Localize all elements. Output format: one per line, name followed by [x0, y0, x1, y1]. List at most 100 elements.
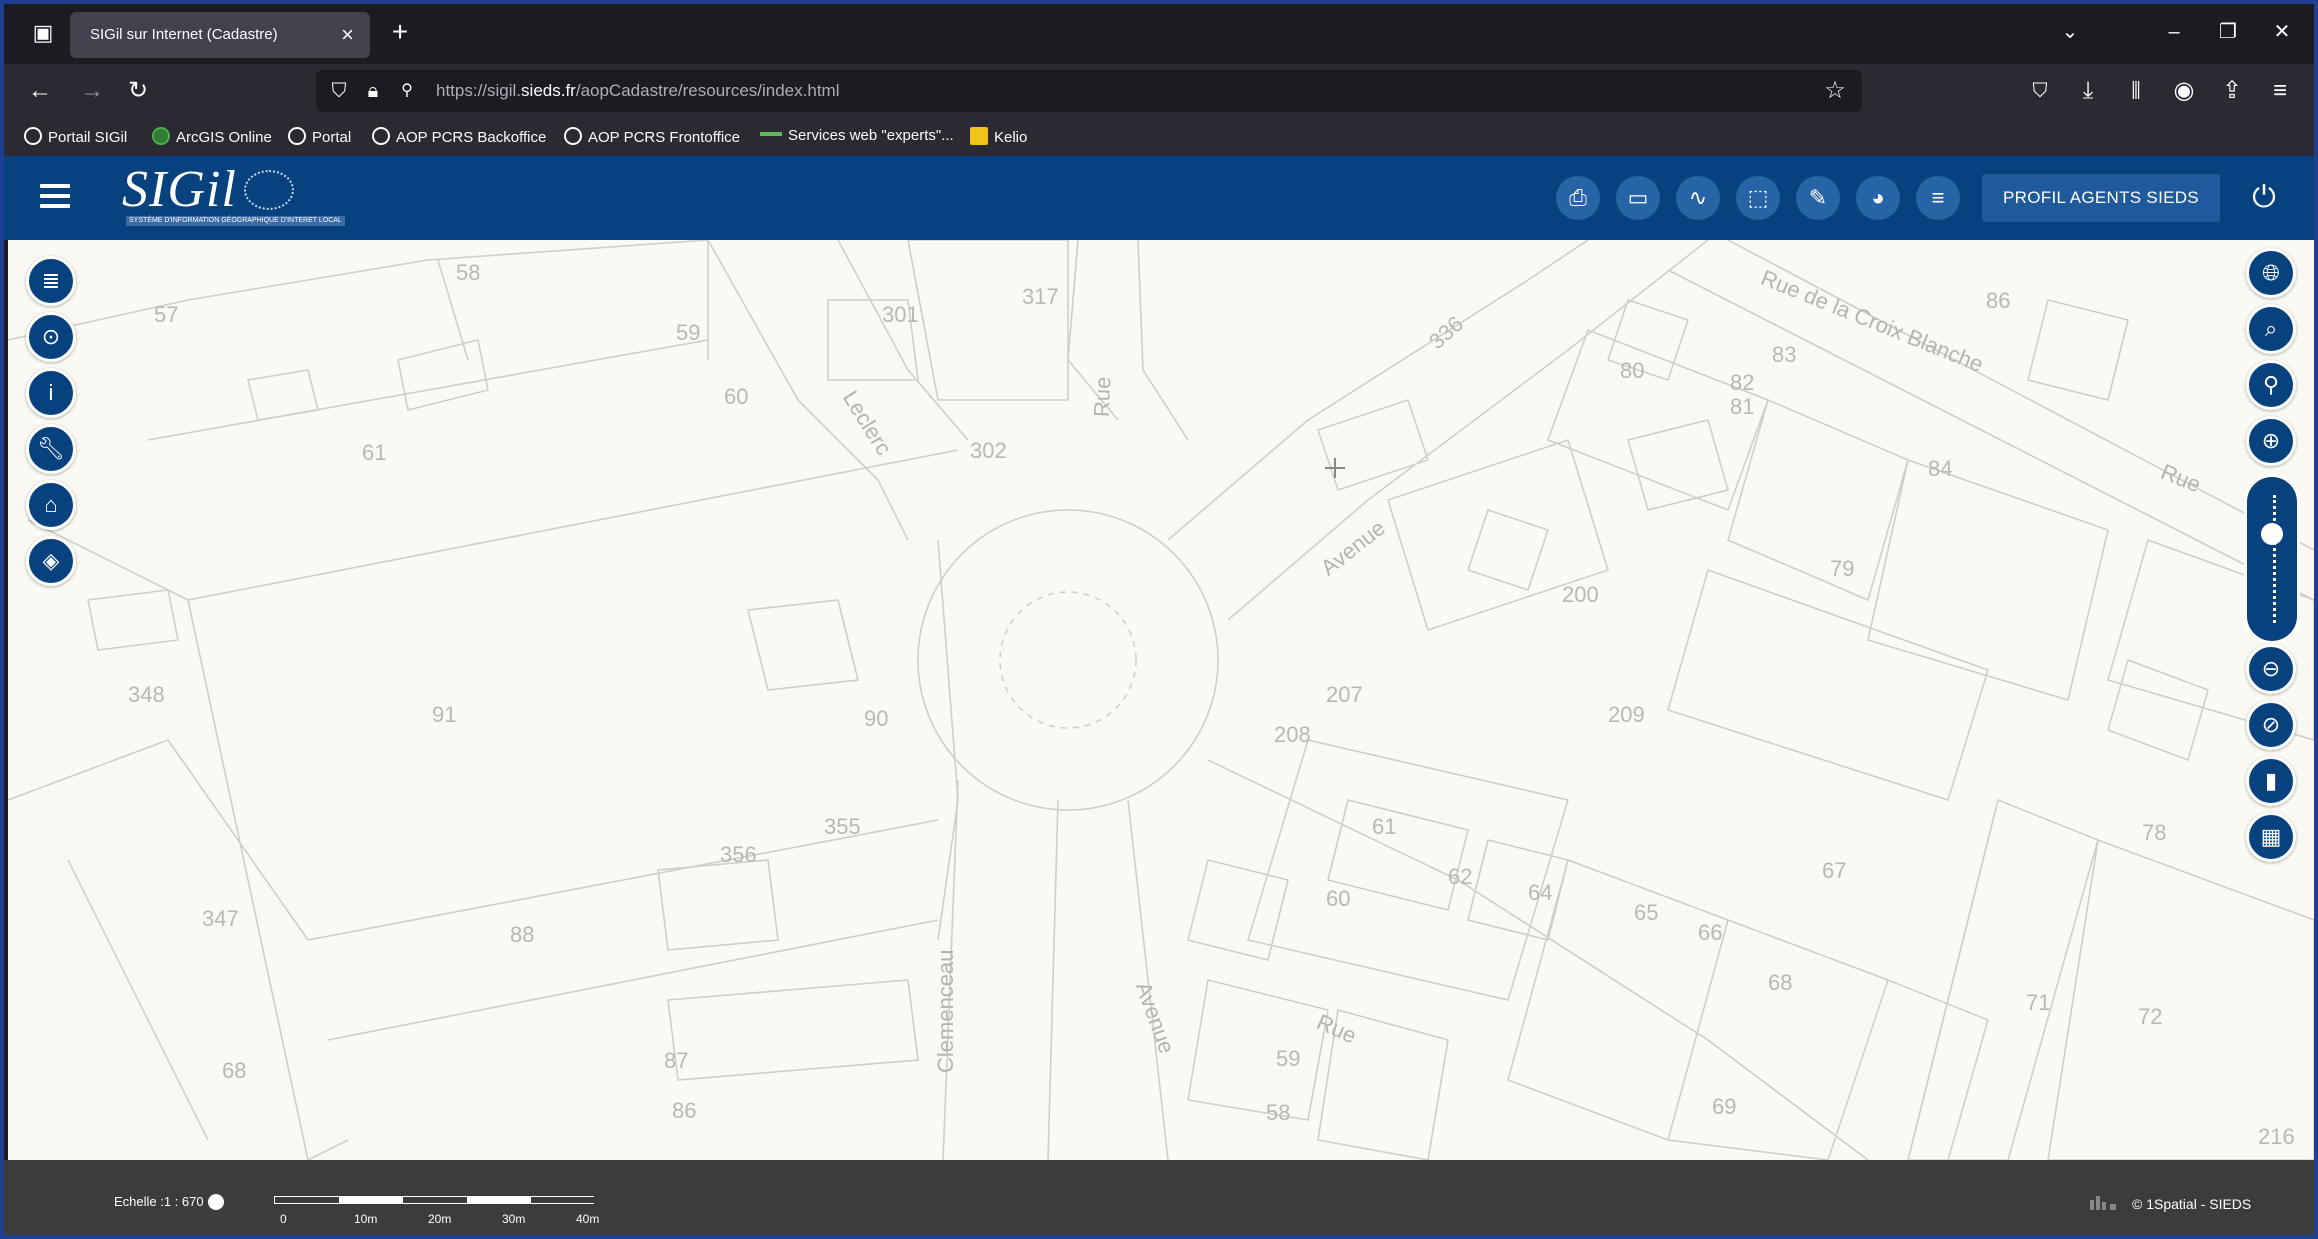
url-text[interactable]: https://sigil.sieds.fr/aopCadastre/resou…: [436, 81, 839, 101]
scale-tick: 30m: [502, 1212, 526, 1226]
map-status-bar: Echelle :1 : 670 0 10m 20m 30m 40m © 1Sp…: [4, 1160, 2314, 1235]
basemap-icon[interactable]: ▦: [2246, 812, 2296, 862]
reload-button[interactable]: ↻: [122, 75, 154, 107]
zoom-slider-track: [2273, 495, 2276, 623]
parcel-label: 64: [1528, 880, 1553, 905]
shield-icon[interactable]: ⛉: [324, 76, 354, 106]
parcel-label: 91: [432, 702, 457, 727]
account-icon[interactable]: ◉: [2168, 75, 2200, 107]
print-icon[interactable]: ⎙: [1556, 176, 1600, 220]
parcel-label: 68: [222, 1058, 247, 1083]
parcel-label: 356: [720, 842, 757, 867]
permissions-icon[interactable]: ⚲: [392, 76, 422, 106]
close-icon[interactable]: ×: [341, 20, 354, 50]
parcel-label: 62: [1448, 864, 1473, 889]
close-window-button[interactable]: ✕: [2262, 16, 2302, 48]
select-area-icon[interactable]: ⬚: [1736, 176, 1780, 220]
search-box-icon[interactable]: ⌕: [2246, 304, 2296, 354]
downloads-icon[interactable]: ⤓: [2072, 75, 2104, 107]
tab-list-icon[interactable]: ▣: [28, 18, 58, 48]
parcel-label: 68: [1768, 970, 1793, 995]
bookmark-item[interactable]: AOP PCRS Frontoffice: [564, 127, 740, 147]
add-list-icon[interactable]: ≡: [1916, 176, 1960, 220]
route-icon[interactable]: ∿: [1676, 176, 1720, 220]
globe-icon[interactable]: [207, 1194, 224, 1210]
power-icon[interactable]: ⏻: [2242, 176, 2286, 220]
pocket-icon[interactable]: ⛉: [2024, 75, 2056, 107]
library-icon[interactable]: ⫼: [2120, 75, 2152, 107]
info-icon[interactable]: i: [26, 368, 76, 418]
bookmark-item[interactable]: Kelio: [970, 127, 1027, 147]
new-tab-button[interactable]: +: [384, 16, 416, 48]
scale-bar: [274, 1196, 595, 1204]
parcel-label: 61: [362, 440, 387, 465]
parcel-label: 87: [664, 1048, 689, 1073]
parcel-label: 355: [824, 814, 861, 839]
bookmark-item[interactable]: Services web "experts"...: [760, 127, 954, 147]
bookmark-star-icon[interactable]: ☆: [1820, 76, 1850, 106]
wrench-icon[interactable]: 🔧︎: [26, 424, 76, 474]
layers-icon[interactable]: ◈: [26, 536, 76, 586]
parcel-label: 207: [1326, 682, 1363, 707]
bookmark-icon[interactable]: ▮: [2246, 756, 2296, 806]
parcel-label: 302: [970, 438, 1007, 463]
zoom-extent-icon[interactable]: ⊘: [2246, 700, 2296, 750]
home-icon[interactable]: ⌂: [26, 480, 76, 530]
parcel-label: 348: [128, 682, 165, 707]
parcel-label: 59: [676, 320, 701, 345]
url-bar[interactable]: ⛉ 🔒︎ ⚲ https://sigil.sieds.fr/aopCadastr…: [316, 70, 1862, 112]
bookmarks-bar: Portail SIGil ArcGIS Online Portal AOP P…: [4, 118, 2314, 156]
bookmark-item[interactable]: ArcGIS Online: [152, 127, 272, 147]
search-icon[interactable]: ⚲: [2246, 360, 2296, 410]
globe-icon[interactable]: 🌐︎: [2246, 248, 2296, 298]
chevron-down-icon[interactable]: ⌄: [2050, 16, 2090, 48]
hamburger-menu-icon[interactable]: [40, 184, 70, 210]
measure-icon[interactable]: ▭: [1616, 176, 1660, 220]
bookmark-item[interactable]: Portail SIGil: [24, 127, 127, 147]
browser-window: ▣ SIGil sur Internet (Cadastre) × + ⌄ – …: [0, 0, 2318, 1239]
provider-logo-icon: [2090, 1196, 2116, 1210]
zoom-slider-knob[interactable]: [2261, 523, 2283, 545]
zoom-out-icon[interactable]: ⊖: [2246, 644, 2296, 694]
navigation-toolbar: ← → ↻ ⛉ 🔒︎ ⚲ https://sigil.sieds.fr/aopC…: [4, 64, 2314, 118]
bookmark-item[interactable]: AOP PCRS Backoffice: [372, 127, 546, 147]
parcel-label: 88: [510, 922, 535, 947]
parcel-label: 216: [2258, 1124, 2295, 1149]
minimize-button[interactable]: –: [2154, 16, 2194, 48]
zoom-slider[interactable]: [2244, 474, 2300, 644]
zoom-in-icon[interactable]: ⊕: [2246, 416, 2296, 466]
parcel-label: 61: [1372, 814, 1397, 839]
bookmark-item[interactable]: Portal: [288, 127, 351, 147]
parcel-label: 58: [456, 260, 481, 285]
globe-icon: [372, 127, 390, 145]
parcel-label: 317: [1022, 284, 1059, 309]
parcel-label: 60: [1326, 886, 1351, 911]
parcel-label: 209: [1608, 702, 1645, 727]
parcel-label: 60: [724, 384, 749, 409]
share-icon[interactable]: ⇪: [2216, 75, 2248, 107]
parcel-label: 84: [1928, 456, 1953, 481]
tab-title: SIGil sur Internet (Cadastre): [90, 26, 278, 43]
parcel-label: 83: [1772, 342, 1797, 367]
parcel-label: 59: [1276, 1046, 1301, 1071]
menu-icon[interactable]: ≡: [2264, 75, 2296, 107]
restore-button[interactable]: ❐: [2208, 16, 2248, 48]
street-label: Rue: [1089, 376, 1116, 418]
parcel-label: 67: [1822, 858, 1847, 883]
map-canvas[interactable]: 58 57 59 301 317 60 302 61 91 90 348 355…: [8, 240, 2314, 1160]
profile-button[interactable]: PROFIL AGENTS SIEDS: [1982, 174, 2220, 222]
forward-button[interactable]: →: [76, 75, 108, 107]
tab-active[interactable]: SIGil sur Internet (Cadastre) ×: [70, 12, 370, 58]
palette-icon[interactable]: ◕: [1856, 176, 1900, 220]
lock-icon[interactable]: 🔒︎: [358, 76, 388, 106]
list-icon[interactable]: ≣: [26, 256, 76, 306]
parcel-label: 69: [1712, 1094, 1737, 1119]
locate-icon[interactable]: ⊙: [26, 312, 76, 362]
edit-pencil-icon[interactable]: ✎: [1796, 176, 1840, 220]
back-button[interactable]: ←: [24, 75, 56, 107]
scale-tick: 10m: [354, 1212, 378, 1226]
arcgis-icon: [152, 127, 170, 145]
parcel-label: 79: [1830, 556, 1855, 581]
scale-tick: 40m: [576, 1212, 600, 1226]
scale-label: Echelle :1 : 670: [114, 1194, 224, 1210]
